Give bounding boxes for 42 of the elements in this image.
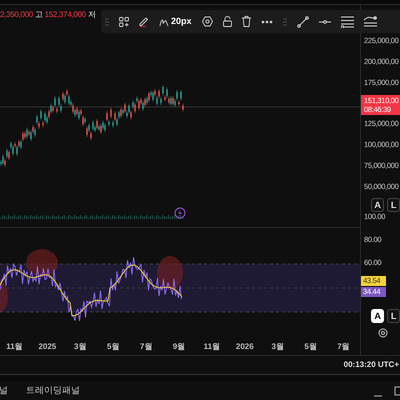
price-label: 고 bbox=[34, 9, 43, 22]
add-widget-icon[interactable] bbox=[119, 16, 129, 26]
time-axis-label: 11월 bbox=[202, 341, 222, 354]
time-axis-label: 5월 bbox=[106, 341, 120, 354]
scale-button[interactable]: L bbox=[387, 309, 400, 324]
overbought-highlight bbox=[26, 249, 58, 278]
settings-icon[interactable] bbox=[378, 328, 388, 338]
trash-icon[interactable] bbox=[242, 16, 251, 27]
time-axis-label: 11월 bbox=[5, 341, 24, 354]
drag-handle-icon[interactable] bbox=[105, 18, 109, 26]
time-axis-label: 7월 bbox=[336, 341, 351, 354]
overbought-highlight bbox=[157, 256, 183, 290]
status-time: 00:13:20 UTC+ bbox=[344, 359, 399, 372]
lightning-icon[interactable] bbox=[174, 208, 186, 219]
drag-handle-icon[interactable] bbox=[282, 18, 287, 26]
more-icon[interactable] bbox=[260, 20, 273, 24]
channel-icon[interactable] bbox=[364, 16, 377, 28]
scale-button[interactable]: A bbox=[371, 309, 384, 324]
horizontal-ray-icon[interactable] bbox=[318, 20, 331, 24]
unlock-icon[interactable] bbox=[222, 16, 232, 27]
price-value: 152,374,000 bbox=[44, 9, 86, 22]
line-width-value[interactable]: 20px bbox=[171, 14, 192, 28]
panel-tab[interactable]: 트레이딩패널 bbox=[26, 384, 80, 398]
price-label: 저 bbox=[88, 9, 96, 22]
settings-icon[interactable] bbox=[202, 16, 213, 27]
price-value: 2,350,000 bbox=[0, 9, 33, 22]
line-width-icon[interactable] bbox=[159, 16, 169, 26]
time-axis-label: 9월 bbox=[172, 341, 186, 354]
time-axis-label: 7월 bbox=[138, 341, 154, 354]
time-axis-label: 2025 bbox=[37, 341, 58, 354]
trend-line-icon[interactable] bbox=[296, 16, 309, 28]
parallel-lines-icon[interactable] bbox=[340, 16, 354, 28]
panel-tab[interactable]: 널 bbox=[0, 384, 8, 398]
scale-button[interactable]: A bbox=[371, 198, 384, 212]
time-axis-label: 5월 bbox=[303, 341, 318, 354]
oversold-highlight bbox=[0, 282, 8, 312]
time-axis-label: 3월 bbox=[73, 341, 88, 354]
time-axis-label: 2026 bbox=[234, 341, 255, 354]
maximize-icon[interactable] bbox=[394, 386, 400, 396]
time-axis-label: 3월 bbox=[270, 341, 285, 354]
pencil-icon[interactable] bbox=[139, 16, 149, 27]
scale-button[interactable]: L bbox=[387, 198, 400, 212]
